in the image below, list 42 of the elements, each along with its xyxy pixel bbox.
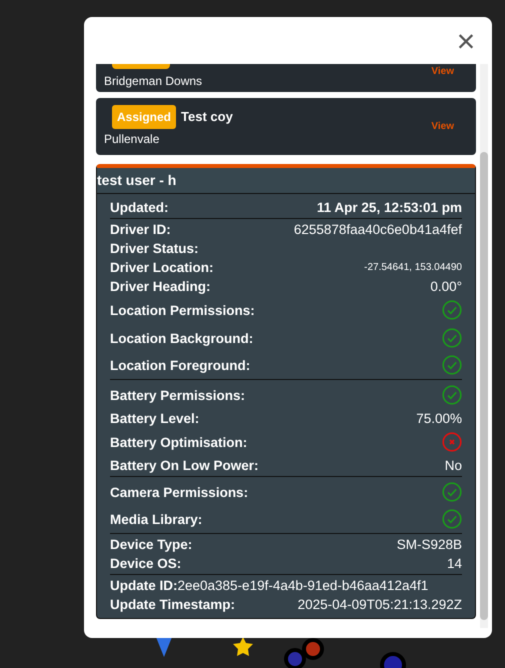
field-label: Updated: xyxy=(110,199,168,217)
field-label: Device OS: xyxy=(110,555,182,573)
field-value: No xyxy=(444,457,462,475)
field-label: Driver ID: xyxy=(110,221,171,239)
field-value: 2ee0a385-e19f-4a4b-91ed-b46aa412a4f1 xyxy=(178,577,428,595)
pin-marker-icon[interactable] xyxy=(155,636,173,658)
suburb-text: Pullenvale xyxy=(104,131,160,148)
field-value: 0.00° xyxy=(430,278,462,296)
job-card[interactable]: Bridgeman Downs View xyxy=(96,64,476,92)
job-card[interactable]: Assigned Test coy Pullenvale View xyxy=(96,98,476,155)
view-link[interactable]: View xyxy=(431,64,454,92)
field-value: 11 Apr 25, 12:53:01 pm xyxy=(316,199,462,217)
field-label: Battery Level: xyxy=(110,410,200,428)
field-value: -27.54641, 153.04490 xyxy=(364,261,462,275)
field-label: Location Permissions: xyxy=(110,302,255,320)
field-label: Driver Heading: xyxy=(110,278,211,296)
star-marker-icon[interactable] xyxy=(232,636,254,656)
status-badge xyxy=(112,64,170,69)
field-label: Location Foreground: xyxy=(110,356,250,374)
field-label: Update Timestamp: xyxy=(110,596,236,614)
status-badge: Assigned xyxy=(112,105,176,129)
field-value: 6255878faa40c6e0b41a4fef xyxy=(294,221,462,239)
field-label: Location Background: xyxy=(110,330,254,348)
suburb-text: Bridgeman Downs xyxy=(104,73,202,90)
panel-title: test user - h xyxy=(97,168,475,194)
field-label: Battery On Low Power: xyxy=(110,457,259,475)
customer-name: Test coy xyxy=(181,108,233,126)
scrollbar-thumb[interactable] xyxy=(480,152,488,620)
field-label: Media Library: xyxy=(110,510,202,528)
close-button[interactable]: × xyxy=(454,26,478,54)
field-label: Device Type: xyxy=(110,536,192,554)
field-label: Battery Optimisation: xyxy=(110,434,248,452)
field-value: 14 xyxy=(446,555,462,573)
field-label: Driver Location: xyxy=(110,259,214,277)
field-value: SM-S928B xyxy=(396,536,462,554)
field-label: Update ID: xyxy=(110,577,178,595)
field-label: Driver Status: xyxy=(110,240,199,258)
field-label: Camera Permissions: xyxy=(110,484,248,502)
field-value: 2025-04-09T05:21:13.292Z xyxy=(298,596,462,614)
view-link[interactable]: View xyxy=(431,119,454,134)
field-value: 75.00% xyxy=(416,410,462,428)
field-label: Battery Permissions: xyxy=(110,386,246,404)
